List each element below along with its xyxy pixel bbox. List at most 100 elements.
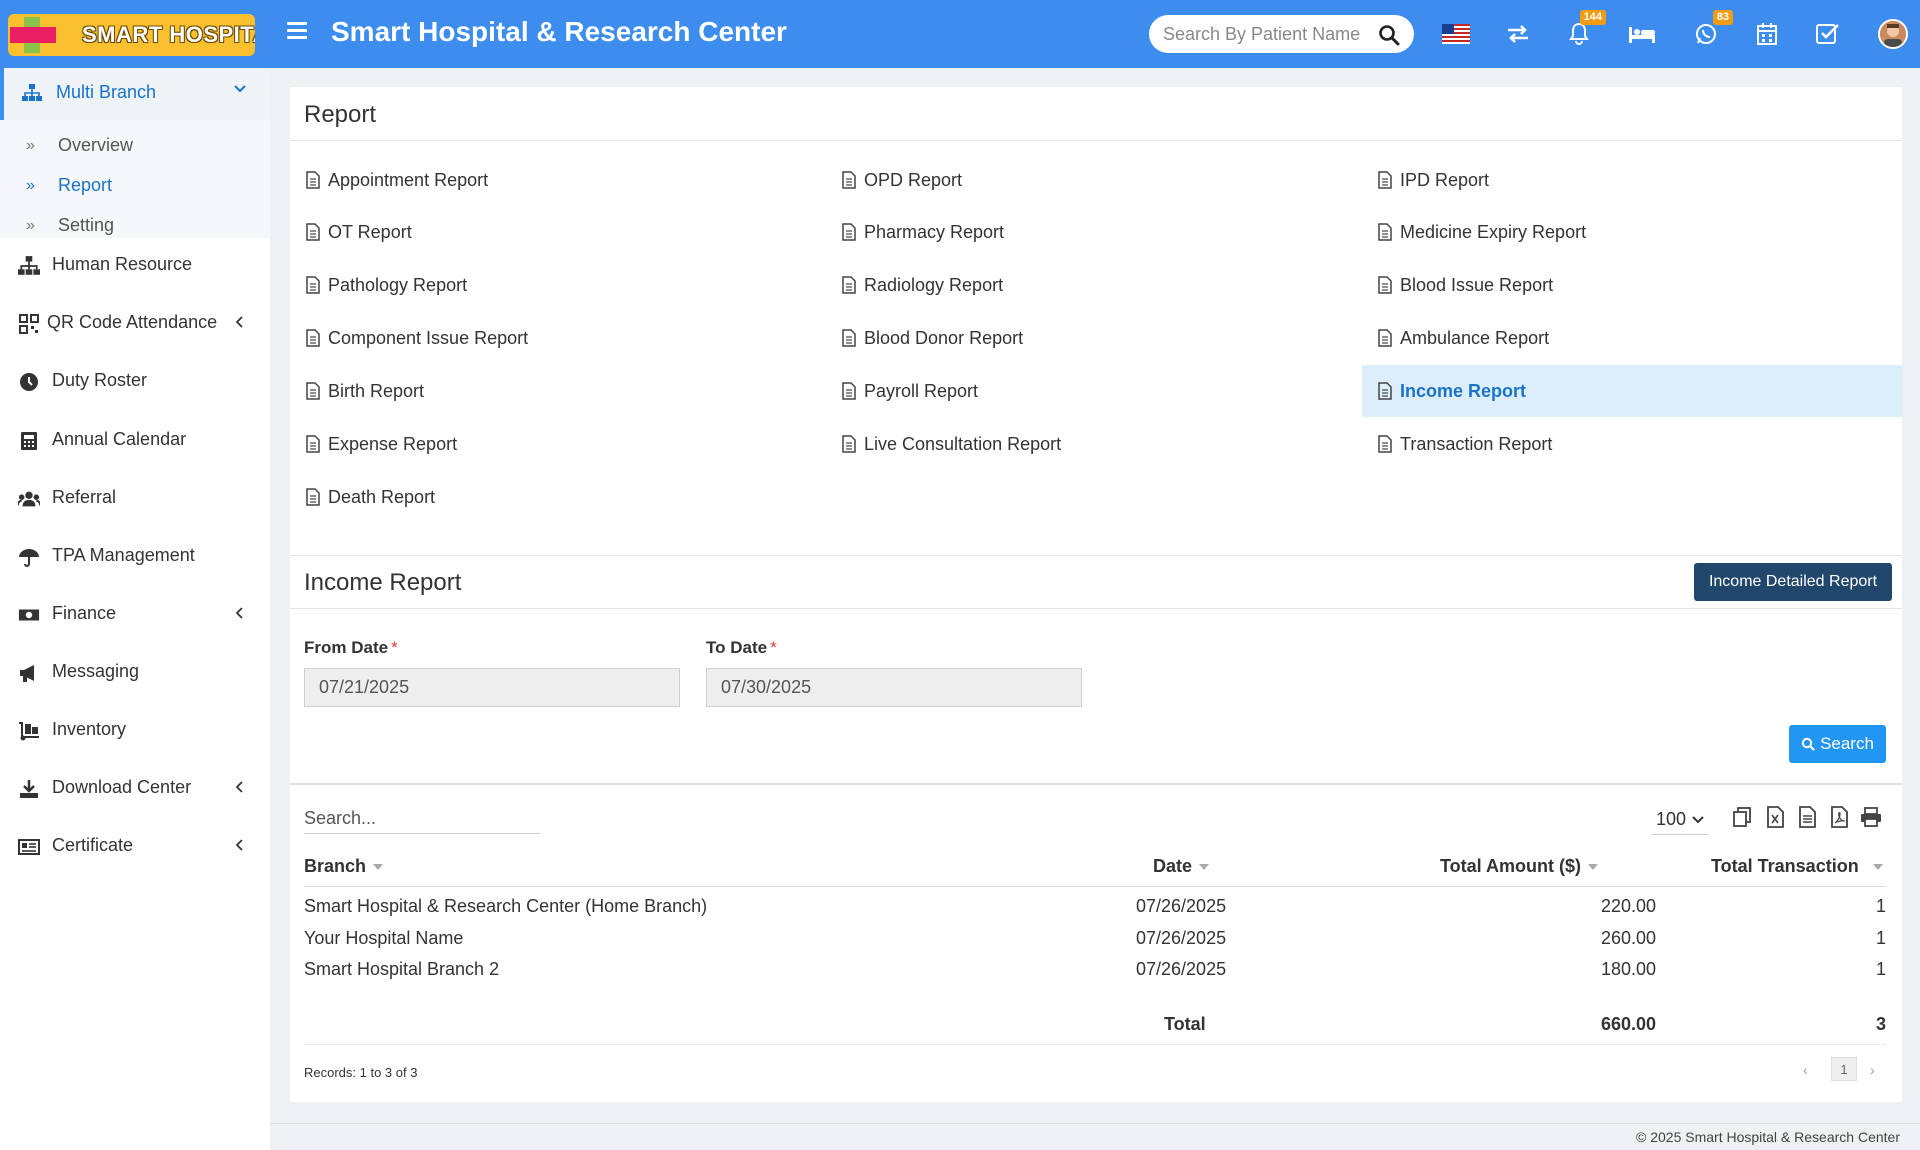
sidebar-item-finance[interactable]: Finance (0, 593, 270, 637)
document-icon (306, 435, 320, 453)
table-search-input[interactable] (304, 804, 540, 834)
menu-icon[interactable] (287, 22, 307, 44)
report-link-blood-donor-report[interactable]: Blood Donor Report (826, 312, 1362, 364)
page-size-select[interactable]: 100 (1652, 805, 1708, 835)
report-link-blood-issue-report[interactable]: Blood Issue Report (1362, 259, 1902, 311)
column-header-date[interactable]: Date (1153, 856, 1210, 877)
report-link-ot-report[interactable]: OT Report (290, 206, 826, 258)
chevron-left-icon (236, 839, 243, 851)
column-header-branch[interactable]: Branch (304, 856, 384, 877)
report-link-component-issue-report[interactable]: Component Issue Report (290, 312, 826, 364)
print-icon[interactable] (1860, 806, 1882, 828)
sidebar-item-inventory[interactable]: Inventory (0, 709, 270, 753)
sidebar-item-annual-calendar[interactable]: Annual Calendar (0, 419, 270, 463)
download-icon (20, 780, 38, 798)
chevron-down-icon (234, 85, 246, 93)
document-icon (306, 488, 320, 506)
report-link-pathology-report[interactable]: Pathology Report (290, 259, 826, 311)
dolly-icon (19, 722, 39, 741)
report-link-label: IPD Report (1400, 169, 1490, 190)
report-link-opd-report[interactable]: OPD Report (826, 154, 1362, 206)
pagination-prev[interactable]: ‹ (1803, 1062, 1808, 1078)
report-link-appointment-report[interactable]: Appointment Report (290, 154, 826, 206)
calendar-icon[interactable] (1752, 20, 1782, 48)
sidebar-subitem-setting[interactable]: » Setting (0, 210, 270, 242)
switch-icon[interactable] (1503, 20, 1533, 48)
to-date-field[interactable] (706, 668, 1082, 707)
total-transactions: 3 (1875, 1014, 1886, 1034)
footer-copyright: © 2025 Smart Hospital & Research Center (1636, 1129, 1900, 1145)
copy-icon[interactable] (1732, 806, 1754, 828)
report-link-medicine-expiry-report[interactable]: Medicine Expiry Report (1362, 206, 1902, 258)
report-link-income-report[interactable]: Income Report (1362, 365, 1902, 417)
required-mark: * (391, 638, 398, 657)
report-link-birth-report[interactable]: Birth Report (290, 365, 826, 417)
report-link-payroll-report[interactable]: Payroll Report (826, 365, 1362, 417)
report-link-label: Pharmacy Report (864, 221, 1005, 242)
app-title: Smart Hospital & Research Center (331, 16, 787, 47)
document-icon (1378, 223, 1392, 241)
cell-date: 07/26/2025 (1136, 896, 1227, 916)
user-avatar[interactable] (1878, 19, 1908, 49)
cell-date: 07/26/2025 (1136, 959, 1227, 979)
from-date-label-text: From Date (304, 638, 389, 657)
search-button[interactable]: Search (1789, 725, 1886, 763)
flag-us-icon[interactable] (1441, 20, 1471, 48)
sidebar-item-certificate[interactable]: Certificate (0, 825, 270, 869)
task-check-icon[interactable] (1813, 20, 1843, 48)
patient-search-input[interactable] (1163, 23, 1363, 45)
sidebar-item-messaging[interactable]: Messaging (0, 651, 270, 695)
column-header-total-transaction[interactable]: Total Transaction (1711, 856, 1883, 877)
column-header-total-amount[interactable]: Total Amount ($) (1440, 856, 1598, 877)
pdf-icon[interactable] (1828, 806, 1850, 828)
search-icon (1801, 737, 1815, 751)
report-link-transaction-report[interactable]: Transaction Report (1362, 418, 1902, 470)
sidebar-item-label: Annual Calendar (52, 429, 187, 449)
sidebar-item-multi-branch[interactable]: Multi Branch (0, 68, 270, 120)
bed-icon[interactable] (1627, 20, 1657, 48)
report-link-ambulance-report[interactable]: Ambulance Report (1362, 312, 1902, 364)
sidebar-item-tpa-management[interactable]: TPA Management (0, 535, 270, 579)
sidebar-item-label: Finance (52, 603, 117, 623)
report-link-label: Birth Report (328, 380, 425, 401)
pagination-next[interactable]: › (1870, 1062, 1875, 1078)
sidebar-item-duty-roster[interactable]: Duty Roster (0, 360, 270, 404)
whatsapp-icon[interactable]: 83 (1691, 10, 1733, 48)
document-icon (1378, 382, 1392, 400)
report-link-ipd-report[interactable]: IPD Report (1362, 154, 1902, 206)
sidebar-item-human-resource[interactable]: Human Resource (0, 244, 270, 288)
sidebar-subitem-overview[interactable]: » Overview (0, 130, 270, 162)
search-icon[interactable] (1378, 24, 1400, 46)
bell-icon[interactable]: 144 (1564, 10, 1606, 48)
pagination-current-page[interactable]: 1 (1831, 1057, 1857, 1081)
document-icon (306, 382, 320, 400)
calculator-icon (21, 432, 37, 450)
report-link-death-report[interactable]: Death Report (290, 471, 826, 523)
income-report-title: Income Report (304, 569, 462, 596)
document-icon (306, 329, 320, 347)
sort-icon (373, 863, 384, 870)
document-icon (842, 223, 856, 241)
from-date-field[interactable] (304, 668, 680, 707)
report-link-label: OPD Report (864, 169, 963, 190)
sidebar-item-referral[interactable]: Referral (0, 477, 270, 521)
report-link-live-consultation-report[interactable]: Live Consultation Report (826, 418, 1362, 470)
report-link-radiology-report[interactable]: Radiology Report (826, 259, 1362, 311)
clock-icon (20, 373, 38, 391)
csv-icon[interactable] (1796, 806, 1818, 828)
footer: © 2025 Smart Hospital & Research Center (270, 1123, 1920, 1150)
sidebar-item-download-center[interactable]: Download Center (0, 767, 270, 811)
income-detailed-report-button[interactable]: Income Detailed Report (1694, 563, 1892, 601)
sidebar-subitem-label: Report (58, 175, 113, 195)
chevron-left-icon (236, 316, 243, 328)
document-icon (842, 382, 856, 400)
sort-icon (1587, 863, 1598, 870)
excel-icon[interactable] (1764, 806, 1786, 828)
app-logo[interactable]: SMART HOSPITAL (8, 14, 255, 56)
report-link-expense-report[interactable]: Expense Report (290, 418, 826, 470)
report-link-pharmacy-report[interactable]: Pharmacy Report (826, 206, 1362, 258)
sidebar-subitem-report[interactable]: » Report (0, 170, 270, 202)
users-icon (18, 491, 40, 507)
patient-search-box (1149, 15, 1414, 53)
sidebar-item-qr-code-attendance[interactable]: QR Code Attendance (0, 302, 270, 346)
